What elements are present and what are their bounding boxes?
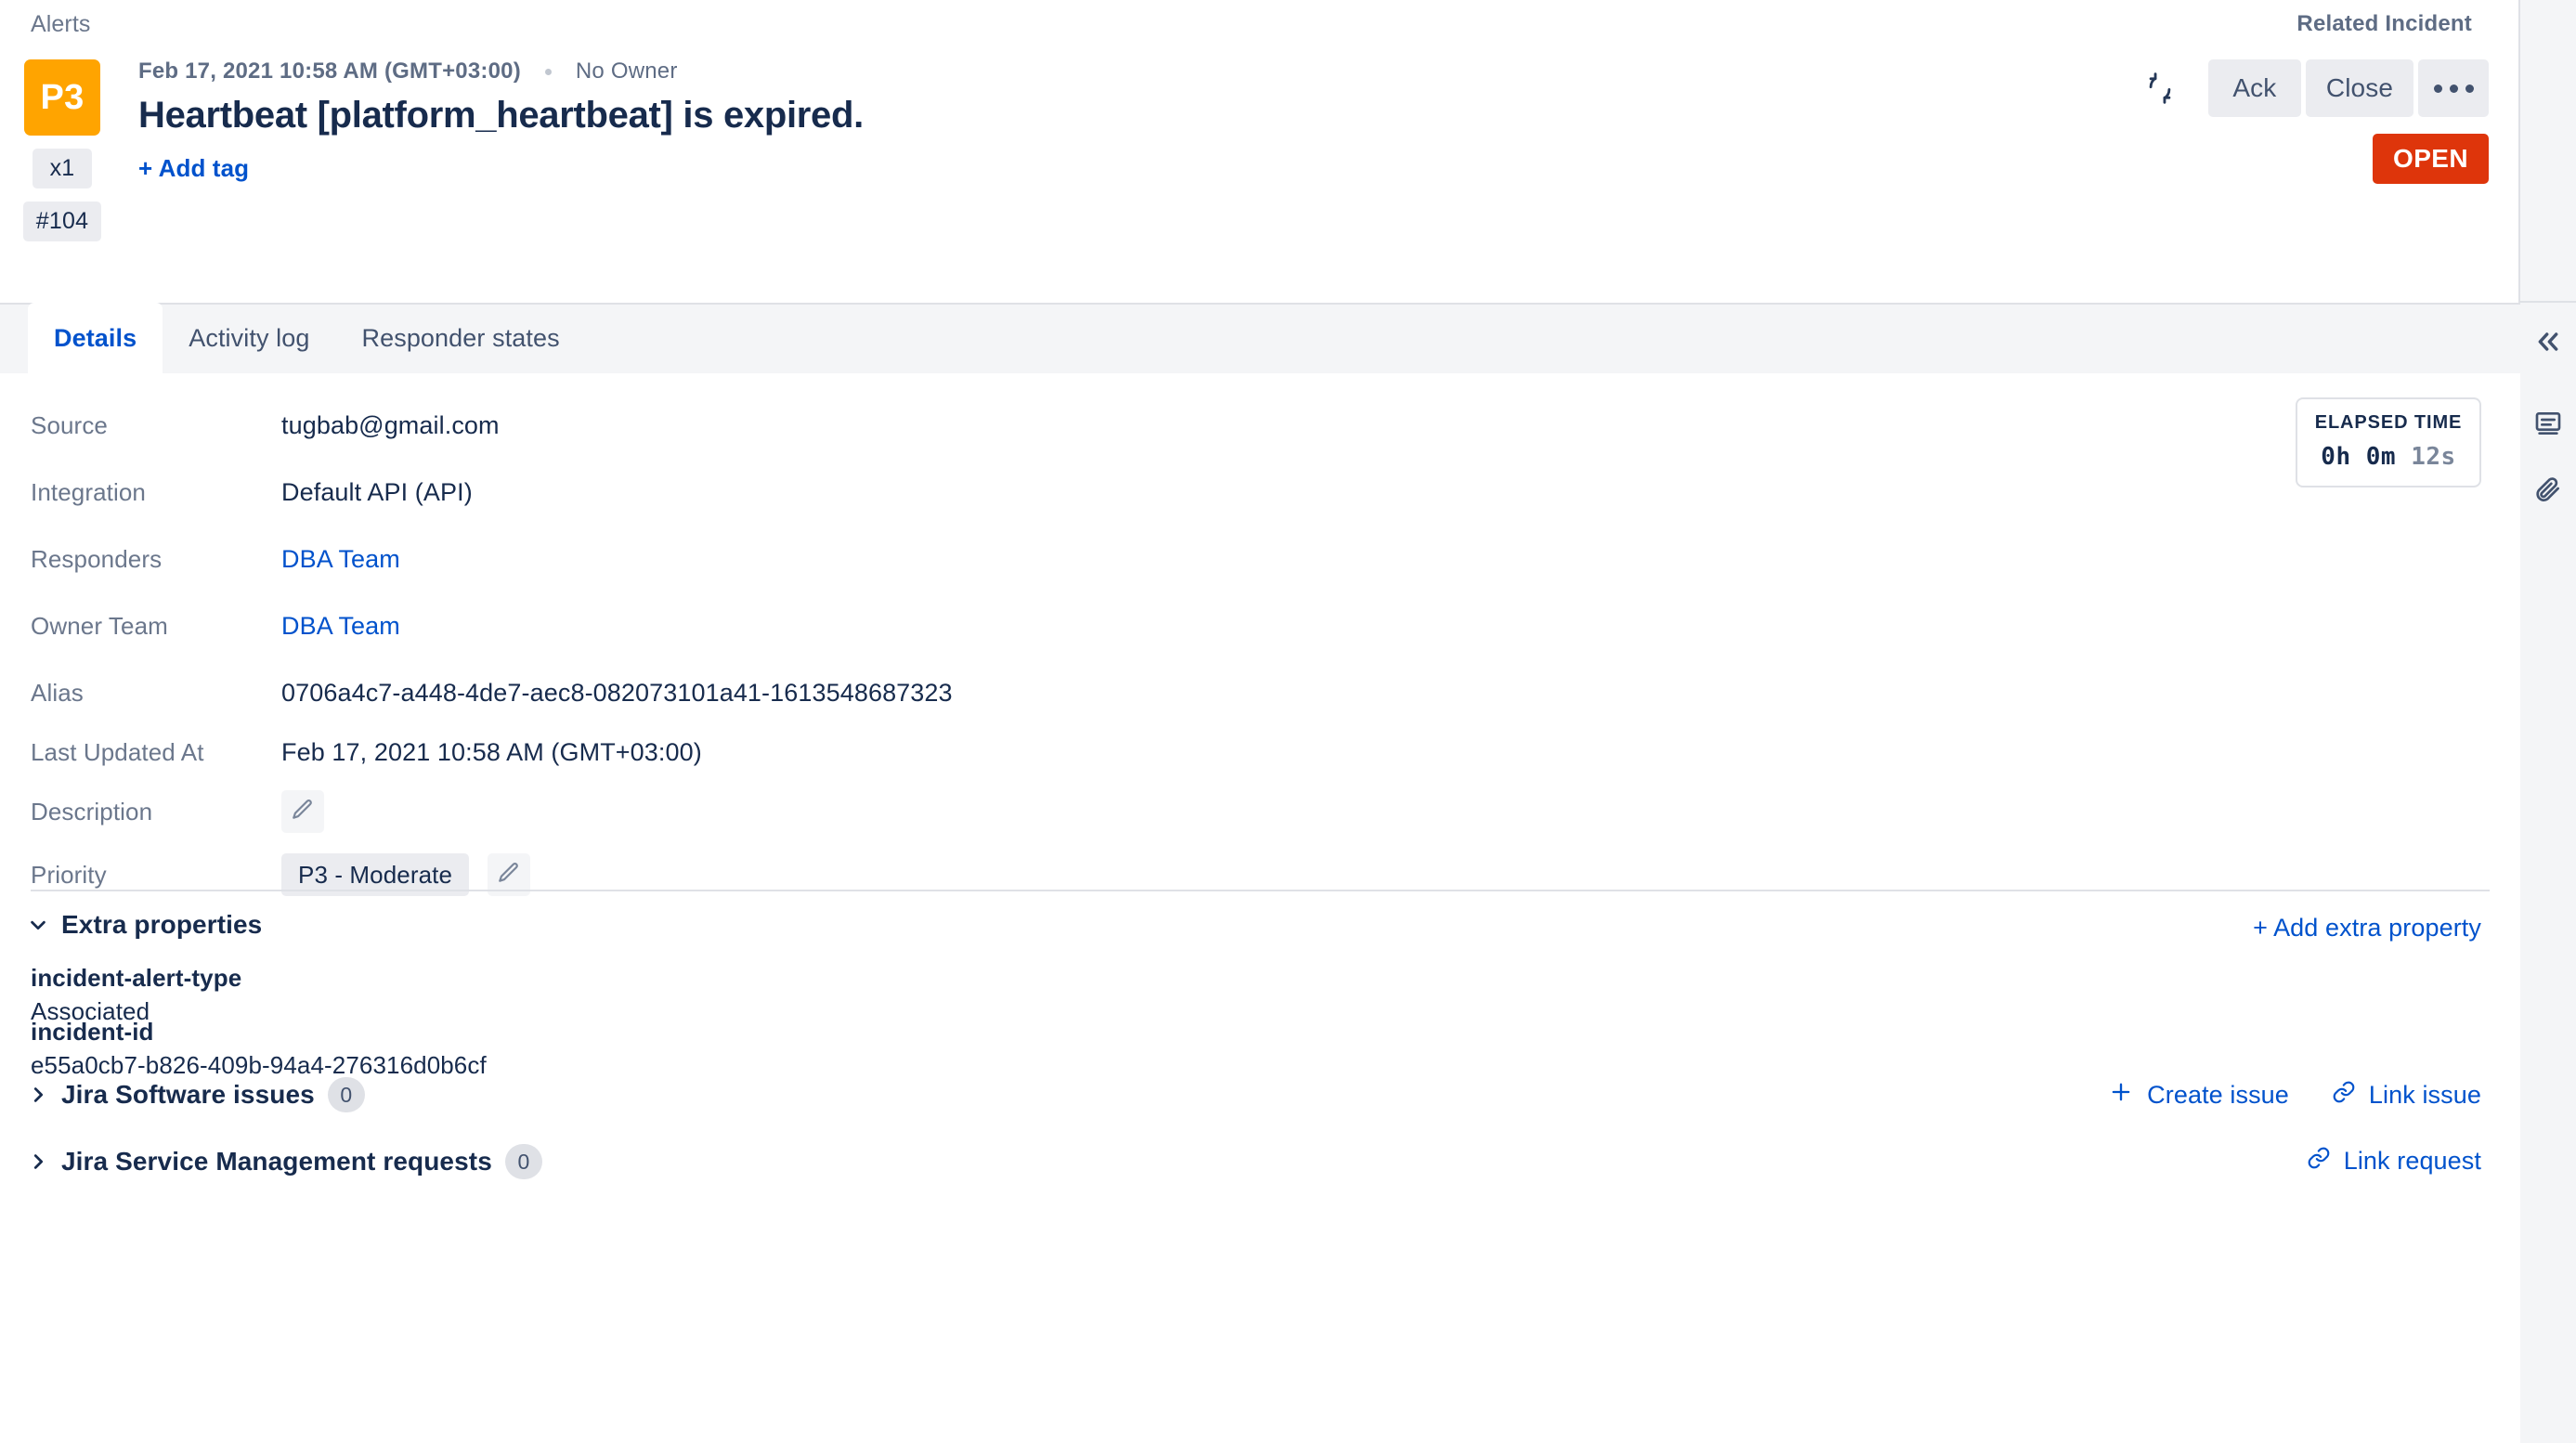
status-badge: OPEN bbox=[2373, 134, 2489, 184]
jira-service-management-count: 0 bbox=[504, 1144, 542, 1179]
details-panel: Source tugbab@gmail.com Integration Defa… bbox=[0, 373, 2520, 1443]
property-value: e55a0cb7-b826-409b-94a4-276316d0b6cf bbox=[31, 1051, 487, 1079]
close-button[interactable]: Close bbox=[2305, 59, 2413, 117]
right-rail bbox=[2520, 0, 2576, 1443]
field-row-owner-team: Owner Team DBA Team bbox=[31, 607, 2445, 644]
tab-bar: Details Activity log Responder states bbox=[0, 303, 2520, 373]
alert-meta: Feb 17, 2021 10:58 AM (GMT+03:00) No Own… bbox=[138, 56, 864, 87]
tab-responder-states[interactable]: Responder states bbox=[336, 303, 586, 373]
field-row-last-updated: Last Updated At Feb 17, 2021 10:58 AM (G… bbox=[31, 734, 2445, 771]
field-value-source: tugbab@gmail.com bbox=[281, 410, 500, 439]
link-request-label: Link request bbox=[2343, 1147, 2481, 1175]
elapsed-seconds: 12s bbox=[2411, 443, 2456, 471]
link-issue-label: Link issue bbox=[2368, 1081, 2481, 1109]
field-label: Owner Team bbox=[31, 611, 168, 640]
page-title: Heartbeat [platform_heartbeat] is expire… bbox=[138, 95, 864, 136]
jira-service-management-title: Jira Service Management requests bbox=[61, 1147, 492, 1176]
more-actions-button[interactable] bbox=[2418, 59, 2489, 117]
field-row-responders: Responders DBA Team bbox=[31, 540, 2445, 578]
edit-description-button[interactable] bbox=[281, 790, 324, 833]
alert-header: P3 x1 #104 Feb 17, 2021 10:58 AM (GMT+03… bbox=[0, 50, 2520, 282]
pencil-icon bbox=[497, 861, 521, 890]
field-value-integration: Default API (API) bbox=[281, 477, 473, 506]
extra-properties-header[interactable]: Extra properties bbox=[28, 910, 262, 940]
field-row-integration: Integration Default API (API) bbox=[31, 474, 2445, 511]
field-label: Last Updated At bbox=[31, 737, 204, 766]
link-request-button[interactable]: Link request bbox=[2307, 1146, 2481, 1176]
link-icon bbox=[2307, 1146, 2331, 1176]
main-content: Alerts Related Incident P3 x1 #104 Feb 1… bbox=[0, 0, 2520, 1443]
header-actions: Ack Close bbox=[2134, 59, 2489, 117]
create-issue-button[interactable]: Create issue bbox=[2108, 1079, 2289, 1112]
field-value-responders[interactable]: DBA Team bbox=[281, 545, 400, 574]
field-row-alias: Alias 0706a4c7-a448-4de7-aec8-082073101a… bbox=[31, 674, 2445, 711]
extra-properties-actions: + Add extra property bbox=[2253, 914, 2481, 942]
field-label: Integration bbox=[31, 477, 146, 506]
jira-service-management-actions: Link request bbox=[2307, 1146, 2481, 1176]
field-row-priority: Priority P3 - Moderate bbox=[31, 853, 2445, 896]
badge-column: P3 x1 #104 bbox=[22, 59, 102, 241]
field-value-owner-team[interactable]: DBA Team bbox=[281, 612, 400, 641]
chevron-right-icon bbox=[28, 1085, 48, 1105]
breadcrumb[interactable]: Alerts bbox=[31, 11, 91, 38]
field-value-alias: 0706a4c7-a448-4de7-aec8-082073101a41-161… bbox=[281, 678, 953, 707]
add-tag-button[interactable]: + Add tag bbox=[138, 154, 249, 183]
elapsed-time-title: ELAPSED TIME bbox=[2314, 412, 2463, 433]
field-row-description: Description bbox=[31, 790, 2445, 833]
property-key: incident-alert-type bbox=[31, 964, 242, 992]
jira-software-issues-actions: Create issue Link issue bbox=[2108, 1079, 2481, 1112]
elapsed-minutes: 0m bbox=[2365, 443, 2397, 471]
tab-activity-log[interactable]: Activity log bbox=[163, 303, 335, 373]
jira-software-issues-count: 0 bbox=[327, 1077, 365, 1112]
separator-dot bbox=[544, 68, 552, 75]
header-main: Feb 17, 2021 10:58 AM (GMT+03:00) No Own… bbox=[138, 50, 864, 183]
tab-details[interactable]: Details bbox=[28, 303, 163, 373]
field-value-last-updated: Feb 17, 2021 10:58 AM (GMT+03:00) bbox=[281, 737, 702, 766]
priority-badge: P3 bbox=[24, 59, 100, 136]
owner-label: No Owner bbox=[575, 58, 678, 84]
alert-detail-page: Alerts Related Incident P3 x1 #104 Feb 1… bbox=[0, 0, 2576, 1443]
elapsed-time-card: ELAPSED TIME 0h 0m 12s bbox=[2296, 397, 2481, 488]
jira-software-issues-title: Jira Software issues bbox=[61, 1080, 315, 1109]
notes-icon[interactable] bbox=[2520, 397, 2576, 449]
elapsed-hours: 0h bbox=[2321, 443, 2351, 471]
ack-button[interactable]: Ack bbox=[2207, 59, 2301, 117]
created-at: Feb 17, 2021 10:58 AM (GMT+03:00) bbox=[138, 58, 521, 84]
ellipsis-icon bbox=[2433, 84, 2474, 93]
property-key: incident-id bbox=[31, 1018, 154, 1046]
chevron-down-icon bbox=[28, 915, 48, 935]
field-label: Responders bbox=[31, 544, 163, 573]
field-label: Source bbox=[31, 410, 108, 439]
field-label: Alias bbox=[31, 678, 84, 707]
elapsed-time-value: 0h 0m 12s bbox=[2307, 443, 2470, 471]
field-label: Priority bbox=[31, 860, 107, 889]
action-button-group: Ack Close bbox=[2207, 59, 2489, 117]
link-icon bbox=[2332, 1080, 2356, 1111]
field-label: Description bbox=[31, 797, 153, 826]
plus-icon bbox=[2108, 1079, 2134, 1112]
chevron-right-icon bbox=[28, 1151, 48, 1172]
jira-service-management-header[interactable]: Jira Service Management requests 0 bbox=[28, 1144, 542, 1179]
jira-software-issues-header[interactable]: Jira Software issues 0 bbox=[28, 1077, 365, 1112]
pencil-icon bbox=[291, 798, 315, 826]
extra-property-item: incident-id e55a0cb7-b826-409b-94a4-2763… bbox=[31, 1018, 487, 1080]
link-issue-button[interactable]: Link issue bbox=[2332, 1080, 2481, 1111]
extra-property-item: incident-alert-type Associated bbox=[31, 964, 241, 1026]
rail-divider bbox=[2520, 301, 2576, 303]
alert-count-chip: x1 bbox=[33, 149, 92, 188]
add-extra-property-button[interactable]: + Add extra property bbox=[2253, 914, 2481, 942]
refresh-icon[interactable] bbox=[2134, 62, 2186, 114]
extra-properties-title: Extra properties bbox=[61, 910, 263, 939]
section-divider bbox=[31, 890, 2490, 891]
create-issue-label: Create issue bbox=[2147, 1081, 2289, 1109]
paperclip-icon[interactable] bbox=[2520, 464, 2576, 516]
double-chevron-left-icon[interactable] bbox=[2520, 316, 2576, 368]
alert-id-chip: #104 bbox=[22, 202, 102, 241]
related-incident-label: Related Incident bbox=[2296, 11, 2472, 36]
field-row-source: Source tugbab@gmail.com bbox=[31, 407, 2445, 444]
